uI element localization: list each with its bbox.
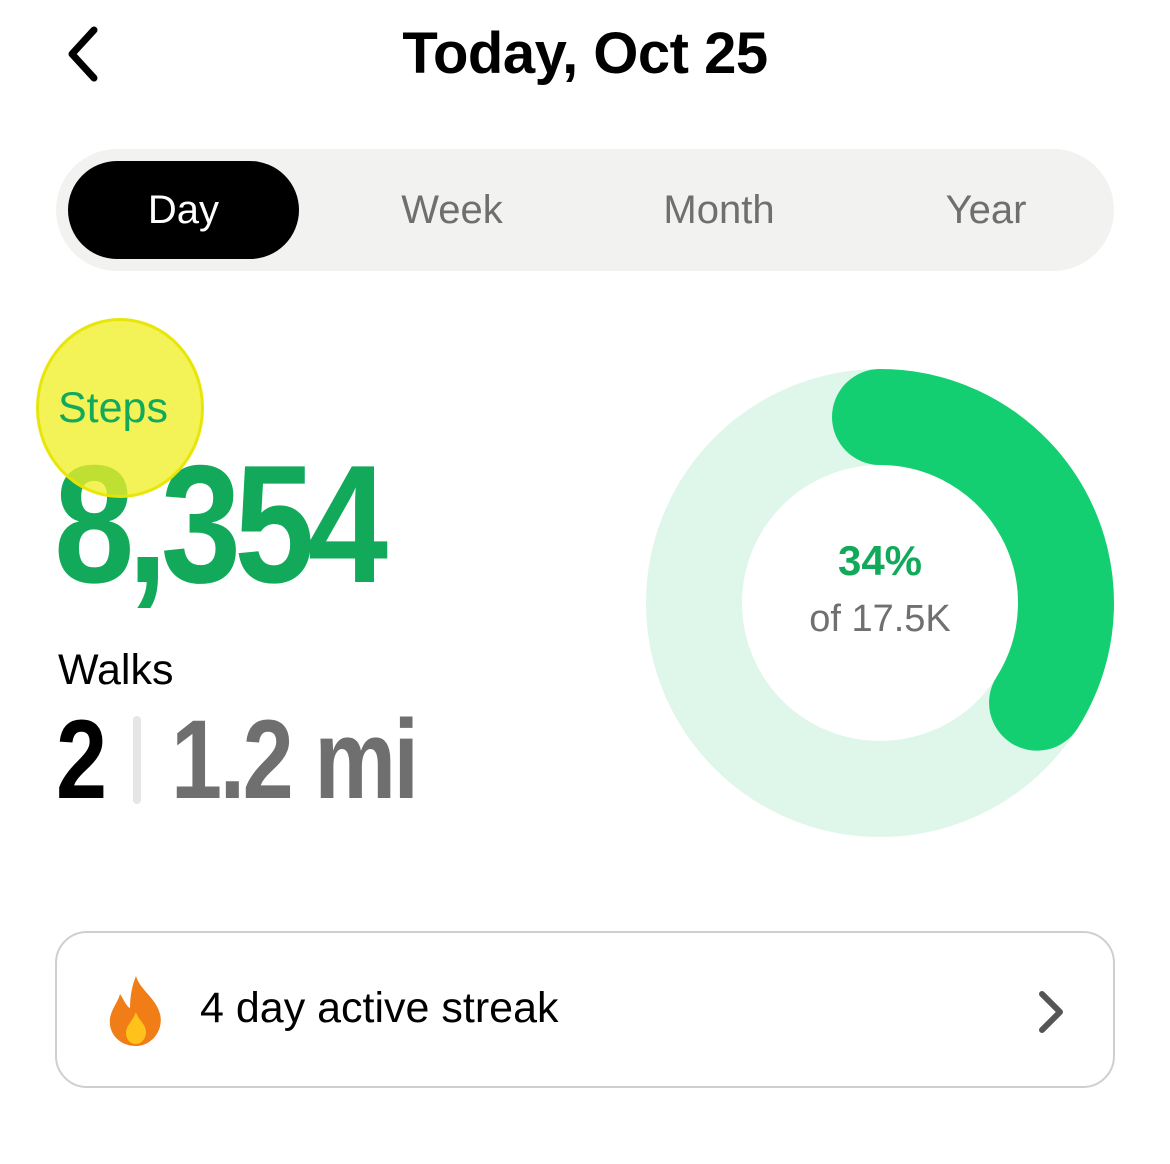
goal-total: of 17.5K — [809, 598, 951, 640]
fire-icon — [109, 976, 161, 1046]
walks-summary: 2 1.2 mi — [56, 700, 471, 820]
tab-month[interactable]: Month — [601, 161, 837, 259]
streak-text: 4 day active streak — [200, 984, 559, 1032]
page-title: Today, Oct 25 — [402, 21, 768, 86]
walks-count: 2 — [56, 697, 107, 822]
walks-distance: 1.2 mi — [171, 697, 419, 822]
tab-day[interactable]: Day — [68, 161, 299, 259]
chevron-right-icon — [1039, 991, 1063, 1033]
walks-divider — [133, 716, 142, 804]
walks-label: Walks — [58, 646, 174, 694]
ring-center: 34% of 17.5K — [645, 537, 1115, 640]
goal-percent: 34% — [837, 537, 923, 584]
tab-year[interactable]: Year — [868, 161, 1104, 259]
steps-label: Steps — [58, 384, 168, 432]
tab-week[interactable]: Week — [334, 161, 570, 259]
period-segmented-control: Day Week Month Year — [56, 149, 1114, 271]
